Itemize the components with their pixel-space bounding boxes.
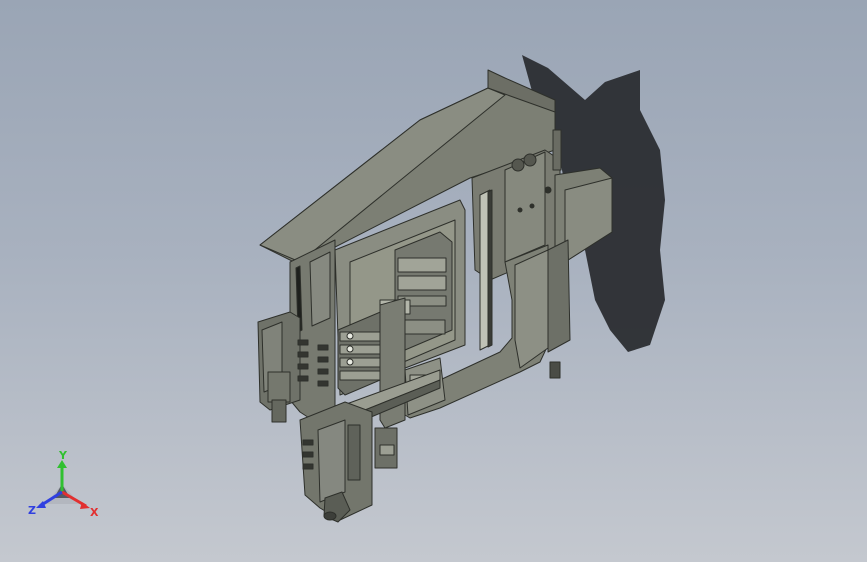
y-axis-label: Y <box>58 449 68 462</box>
z-axis-label: Z <box>28 504 36 517</box>
cad-viewport[interactable] <box>0 0 867 562</box>
view-orientation-triad[interactable]: Y X Z <box>24 448 104 524</box>
x-axis-label: X <box>90 506 99 519</box>
column-front <box>504 151 546 263</box>
cad-model[interactable] <box>257 69 613 523</box>
